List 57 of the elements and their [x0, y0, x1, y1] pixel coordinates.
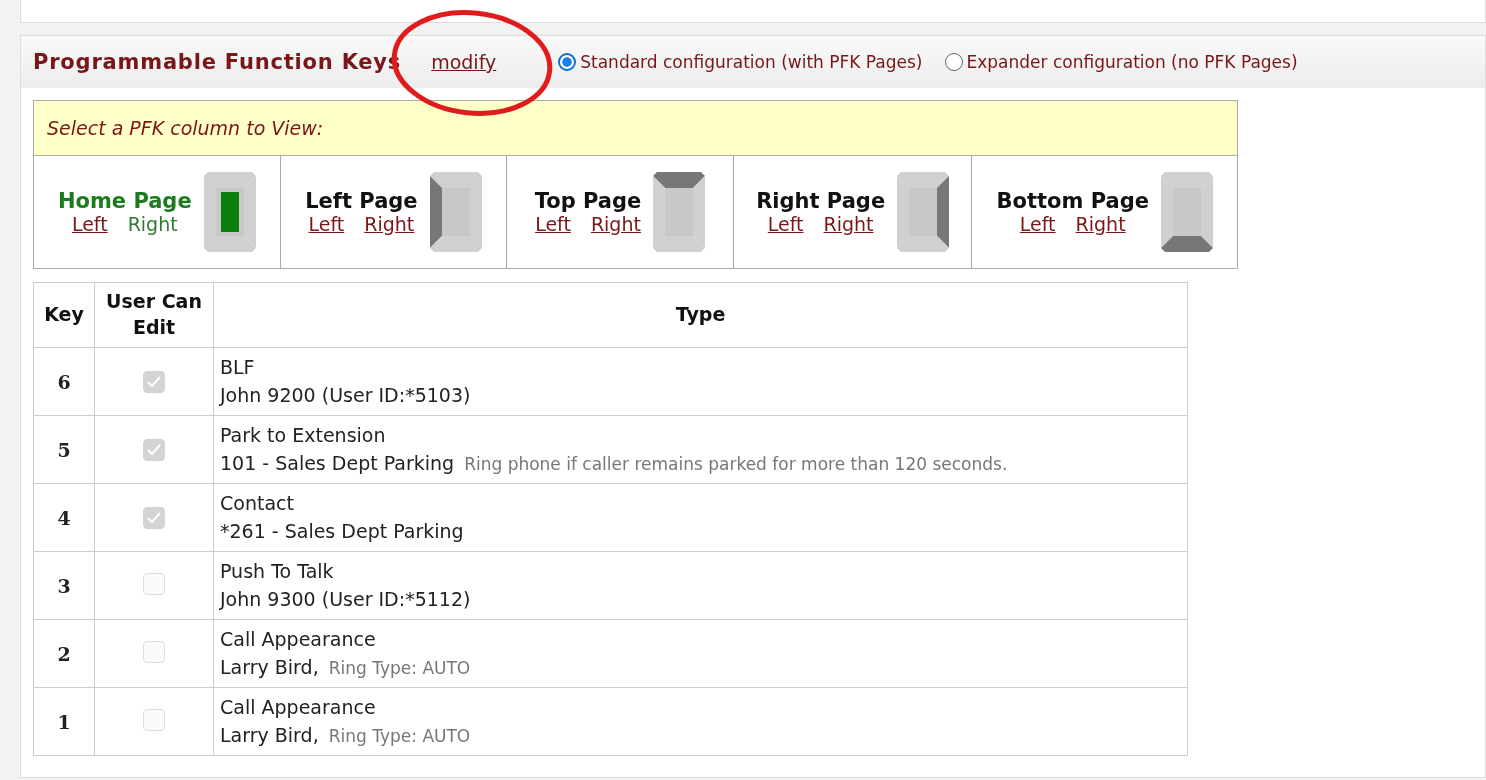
- modify-link[interactable]: modify: [431, 51, 497, 73]
- column-header: Key: [33, 282, 95, 348]
- key-icon: [653, 172, 706, 252]
- side-link[interactable]: Left: [71, 213, 108, 235]
- key-cell: 2: [33, 619, 95, 688]
- column-header: Type: [213, 282, 1188, 348]
- side-link[interactable]: Right: [364, 213, 415, 235]
- edit-checkbox[interactable]: [143, 507, 165, 529]
- key-detail: John 9200 (User ID:*5103): [220, 383, 471, 406]
- check-icon: [147, 376, 161, 388]
- key-type: Call Appearance: [220, 626, 377, 652]
- key-detail: Larry Bird,: [220, 723, 319, 746]
- side-link[interactable]: Right: [590, 213, 641, 235]
- key-cell: 1: [33, 687, 95, 756]
- key-type: Park to Extension: [220, 422, 387, 448]
- selector-prompt: Select a PFK column to View:: [34, 101, 1237, 156]
- key-detail: Larry Bird,: [220, 655, 319, 678]
- side-link[interactable]: Left: [308, 213, 345, 235]
- edit-checkbox[interactable]: [143, 371, 165, 393]
- check-icon: [147, 444, 161, 456]
- page-name[interactable]: Left Page: [305, 189, 418, 213]
- key-detail: *261 - Sales Dept Parking: [220, 519, 464, 542]
- edit-checkbox[interactable]: [143, 439, 165, 461]
- key-icon: [203, 172, 256, 252]
- key-detail: John 9300 (User ID:*5112): [220, 587, 471, 610]
- page-name[interactable]: Bottom Page: [996, 189, 1149, 213]
- key-detail: 101 - Sales Dept Parking: [220, 451, 455, 474]
- key-note: Ring Type: AUTO: [328, 725, 471, 746]
- page-name[interactable]: Top Page: [534, 189, 642, 213]
- check-icon: [147, 512, 161, 524]
- side-link[interactable]: Right: [127, 213, 178, 235]
- key-type: Push To Talk: [220, 558, 335, 584]
- key-cell: 5: [33, 415, 95, 484]
- key-cell: 4: [33, 483, 95, 552]
- side-link[interactable]: Left: [1019, 213, 1056, 235]
- key-type: Contact: [220, 490, 295, 516]
- edit-checkbox[interactable]: [143, 572, 165, 595]
- radio-icon[interactable]: [558, 53, 577, 71]
- key-type: Call Appearance: [220, 694, 377, 720]
- key-cell: 3: [33, 551, 95, 620]
- edit-checkbox[interactable]: [143, 708, 165, 731]
- key-icon: [897, 172, 950, 252]
- side-link[interactable]: Right: [823, 213, 874, 235]
- page-name[interactable]: Right Page: [756, 189, 886, 213]
- column-header: User Can Edit: [94, 282, 214, 348]
- side-link[interactable]: Left: [767, 213, 804, 235]
- side-link[interactable]: Left: [535, 213, 571, 235]
- page-name[interactable]: Home Page: [57, 189, 192, 213]
- key-icon: [1160, 172, 1213, 252]
- edit-checkbox[interactable]: [143, 640, 165, 663]
- key-cell: 6: [33, 347, 95, 416]
- key-type: BLF: [220, 354, 256, 380]
- side-link[interactable]: Right: [1075, 213, 1126, 235]
- radio-icon[interactable]: [944, 53, 963, 71]
- key-icon: [429, 172, 482, 252]
- key-note: Ring phone if caller remains parked for more than 120 seconds.: [464, 453, 1008, 474]
- key-note: Ring Type: AUTO: [328, 657, 471, 678]
